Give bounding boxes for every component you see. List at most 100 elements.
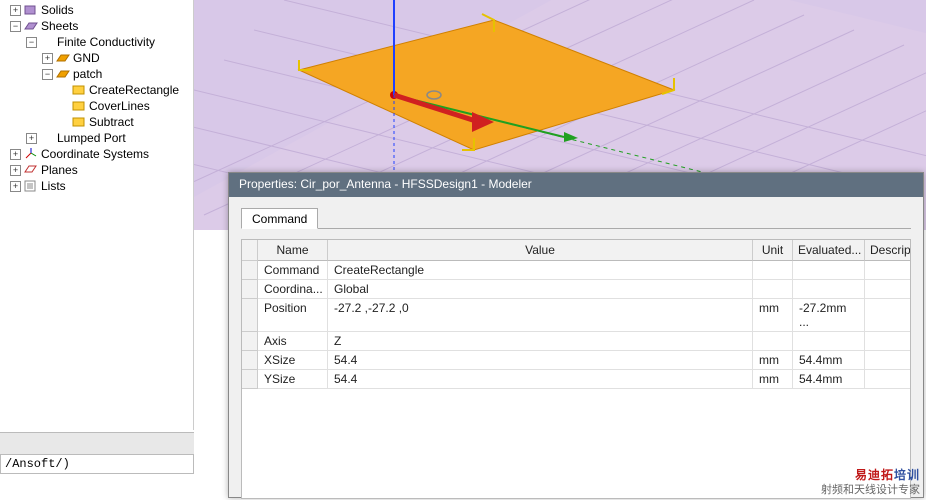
cell-unit[interactable]: mm (753, 351, 793, 370)
expand-icon[interactable]: + (10, 149, 21, 160)
expand-icon[interactable]: + (10, 181, 21, 192)
model-tree[interactable]: + Solids − Sheets − Finite Conductivity … (0, 0, 193, 194)
tree-label: Finite Conductivity (57, 35, 155, 49)
col-description[interactable]: Description (865, 240, 911, 261)
blank-icon (58, 101, 69, 112)
status-bar (0, 432, 194, 454)
collapse-icon[interactable]: − (10, 21, 21, 32)
tree-coordinate-systems[interactable]: + Coordinate Systems (0, 146, 193, 162)
watermark-blue: 培训 (894, 468, 920, 482)
tree-label: Lumped Port (57, 131, 126, 145)
blank-icon (40, 131, 54, 145)
row-header (242, 351, 258, 370)
tree-finite-conductivity[interactable]: − Finite Conductivity (0, 34, 193, 50)
solids-icon (24, 3, 38, 17)
planes-icon (24, 163, 38, 177)
dialog-title[interactable]: Properties: Cir_por_Antenna - HFSSDesign… (229, 173, 923, 197)
sheet-icon (56, 67, 70, 81)
cell-evaluated[interactable]: 54.4mm (793, 370, 865, 389)
tree-gnd[interactable]: + GND (0, 50, 193, 66)
blank-icon (58, 117, 69, 128)
path-bar[interactable]: /Ansoft/) (0, 454, 194, 474)
cell-description[interactable] (865, 261, 911, 280)
watermark-red: 易迪拓 (855, 468, 894, 482)
cell-value[interactable]: -27.2 ,-27.2 ,0 (328, 299, 753, 332)
tab-command[interactable]: Command (241, 208, 318, 229)
cell-description[interactable] (865, 280, 911, 299)
operation-icon (72, 115, 86, 129)
operation-icon (72, 83, 86, 97)
col-name[interactable]: Name (258, 240, 328, 261)
tree-label: CoverLines (89, 99, 150, 113)
cell-value[interactable]: 54.4 (328, 370, 753, 389)
tree-patch[interactable]: − patch (0, 66, 193, 82)
sheet-icon (56, 51, 70, 65)
cell-unit[interactable] (753, 261, 793, 280)
tree-label: Coordinate Systems (41, 147, 149, 161)
cell-name[interactable]: Coordina... (258, 280, 328, 299)
cell-value[interactable]: 54.4 (328, 351, 753, 370)
cell-evaluated[interactable] (793, 261, 865, 280)
row-header (242, 370, 258, 389)
cell-value[interactable]: Z (328, 332, 753, 351)
operation-icon (72, 99, 86, 113)
tree-planes[interactable]: + Planes (0, 162, 193, 178)
cell-value[interactable]: CreateRectangle (328, 261, 753, 280)
watermark: 易迪拓培训 射频和天线设计专家 (821, 462, 920, 496)
tree-label: Lists (41, 179, 66, 193)
cell-evaluated[interactable]: 54.4mm (793, 351, 865, 370)
blank-icon (40, 35, 54, 49)
tree-cover-lines[interactable]: CoverLines (0, 98, 193, 114)
cell-name[interactable]: Command (258, 261, 328, 280)
tab-strip: Command (241, 207, 911, 229)
tree-label: patch (73, 67, 102, 81)
row-header (242, 332, 258, 351)
blank-icon (58, 85, 69, 96)
tree-label: GND (73, 51, 100, 65)
expand-icon[interactable]: + (42, 53, 53, 64)
cell-name[interactable]: Axis (258, 332, 328, 351)
lists-icon (24, 179, 38, 193)
col-value[interactable]: Value (328, 240, 753, 261)
cell-name[interactable]: YSize (258, 370, 328, 389)
tree-lumped-port[interactable]: + Lumped Port (0, 130, 193, 146)
corner-cell (242, 240, 258, 261)
cell-description[interactable] (865, 351, 911, 370)
properties-dialog: Properties: Cir_por_Antenna - HFSSDesign… (228, 172, 924, 498)
tree-solids[interactable]: + Solids (0, 2, 193, 18)
tree-create-rectangle[interactable]: CreateRectangle (0, 82, 193, 98)
model-tree-panel: + Solids − Sheets − Finite Conductivity … (0, 0, 194, 430)
tree-label: Subtract (89, 115, 134, 129)
cell-unit[interactable]: mm (753, 370, 793, 389)
collapse-icon[interactable]: − (26, 37, 37, 48)
collapse-icon[interactable]: − (42, 69, 53, 80)
cell-evaluated[interactable] (793, 332, 865, 351)
tree-sheets[interactable]: − Sheets (0, 18, 193, 34)
expand-icon[interactable]: + (10, 165, 21, 176)
col-evaluated[interactable]: Evaluated... (793, 240, 865, 261)
cell-value[interactable]: Global (328, 280, 753, 299)
cell-description[interactable] (865, 332, 911, 351)
cell-name[interactable]: Position (258, 299, 328, 332)
cell-evaluated[interactable] (793, 280, 865, 299)
tree-label: Planes (41, 163, 78, 177)
cell-description[interactable] (865, 299, 911, 332)
cell-unit[interactable] (753, 280, 793, 299)
properties-table[interactable]: Name Value Unit Evaluated... Description… (241, 239, 911, 499)
cell-evaluated[interactable]: -27.2mm ... (793, 299, 865, 332)
row-header (242, 261, 258, 280)
cell-name[interactable]: XSize (258, 351, 328, 370)
sheets-icon (24, 19, 38, 33)
expand-icon[interactable]: + (26, 133, 37, 144)
cell-description[interactable] (865, 370, 911, 389)
cell-unit[interactable]: mm (753, 299, 793, 332)
watermark-sub: 射频和天线设计专家 (821, 484, 920, 496)
expand-icon[interactable]: + (10, 5, 21, 16)
axes-icon (24, 147, 38, 161)
tree-subtract[interactable]: Subtract (0, 114, 193, 130)
tree-label: Solids (41, 3, 74, 17)
cell-unit[interactable] (753, 332, 793, 351)
tree-lists[interactable]: + Lists (0, 178, 193, 194)
row-header (242, 299, 258, 332)
col-unit[interactable]: Unit (753, 240, 793, 261)
